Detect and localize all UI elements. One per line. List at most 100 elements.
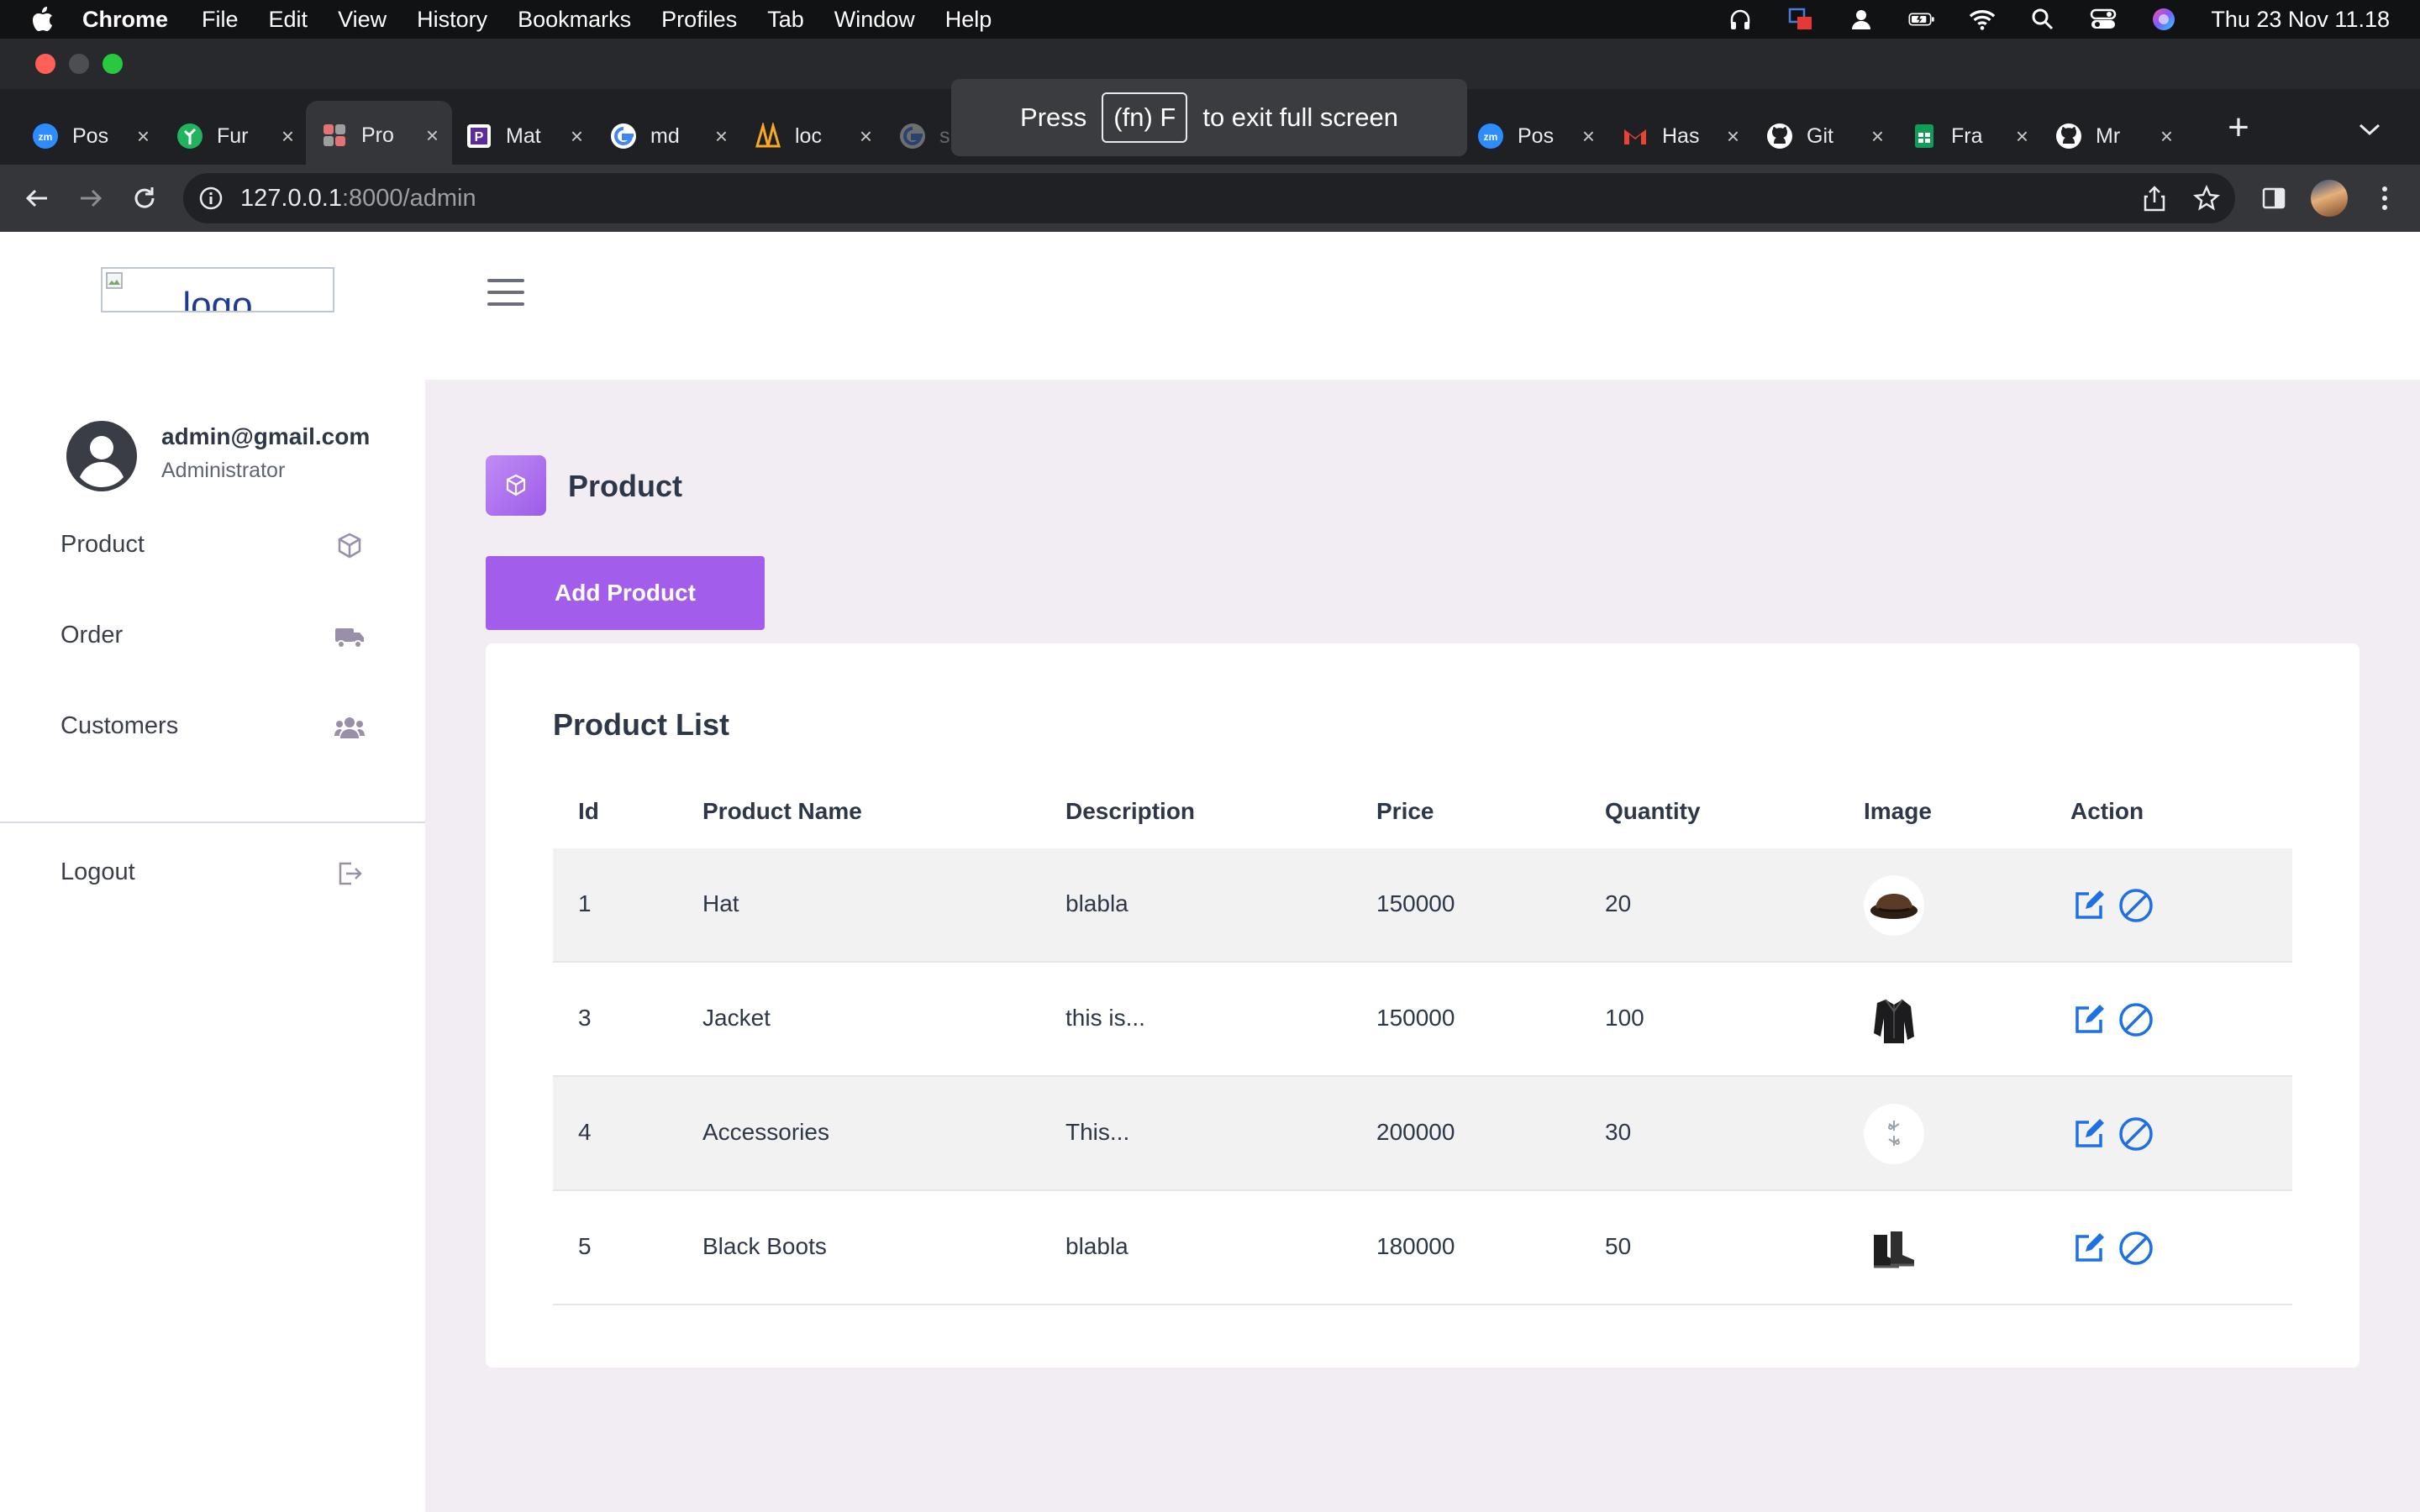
sidebar-item-customers[interactable]: Customers xyxy=(0,685,425,769)
sidebar-item-logout[interactable]: Logout xyxy=(0,832,425,916)
siri-icon[interactable] xyxy=(2150,6,2177,33)
logo-image[interactable]: logo xyxy=(101,267,334,312)
column-header-id[interactable]: Id xyxy=(578,798,599,825)
headphones-icon[interactable] xyxy=(1727,6,1754,33)
browser-tab[interactable]: Fur × xyxy=(161,106,308,166)
bookmark-star-icon[interactable] xyxy=(2193,185,2220,212)
cell-price: 150000 xyxy=(1376,1005,1455,1031)
product-title-icon xyxy=(486,455,546,516)
tab-title: Git xyxy=(1807,123,1833,148)
url-host: 127.0.0.1 xyxy=(240,184,342,212)
tab-close-icon[interactable]: × xyxy=(715,123,728,150)
product-thumbnail xyxy=(1864,875,1924,936)
tab-favicon-icon xyxy=(610,123,637,150)
user-icon[interactable] xyxy=(1848,6,1875,33)
browser-tab[interactable]: Git × xyxy=(1751,106,1897,166)
back-arrow-icon[interactable] xyxy=(18,180,55,217)
menu-history[interactable]: History xyxy=(417,7,487,33)
sidebar-item-order[interactable]: Order xyxy=(0,595,425,679)
profile-avatar[interactable] xyxy=(2311,180,2348,217)
tab-close-icon[interactable]: × xyxy=(571,123,583,150)
column-header-product-name[interactable]: Product Name xyxy=(702,798,862,825)
url-path: :8000/admin xyxy=(341,184,476,212)
tab-close-icon[interactable]: × xyxy=(860,123,872,150)
column-header-quantity[interactable]: Quantity xyxy=(1605,798,1701,825)
menu-profiles[interactable]: Profiles xyxy=(661,7,737,33)
truck-icon xyxy=(333,620,366,654)
disable-icon[interactable] xyxy=(2118,1116,2154,1152)
browser-tab[interactable]: Pro × xyxy=(306,101,452,170)
disable-icon[interactable] xyxy=(2118,1001,2154,1038)
column-header-image[interactable]: Image xyxy=(1864,798,1932,825)
tab-close-icon[interactable]: × xyxy=(281,123,294,150)
browser-tab[interactable]: zm Pos × xyxy=(17,106,163,166)
tab-close-icon[interactable]: × xyxy=(1727,123,1739,150)
product-thumbnail xyxy=(1864,1218,1924,1278)
menu-view[interactable]: View xyxy=(338,7,387,33)
tab-search-icon[interactable] xyxy=(2353,113,2386,146)
hamburger-menu-icon[interactable] xyxy=(487,279,524,306)
menu-bar-clock[interactable]: Thu 23 Nov 11.18 xyxy=(2211,7,2390,33)
browser-tab[interactable]: Mr × xyxy=(2040,106,2186,166)
share-icon[interactable] xyxy=(2141,185,2168,212)
reload-icon[interactable] xyxy=(126,180,163,217)
control-center-icon[interactable] xyxy=(2090,6,2117,33)
edit-icon[interactable] xyxy=(2070,1230,2107,1267)
cell-quantity: 100 xyxy=(1605,1005,1644,1031)
menu-window[interactable]: Window xyxy=(834,7,915,33)
tab-close-icon[interactable]: × xyxy=(426,123,439,149)
tab-favicon-icon: P xyxy=(466,123,492,150)
edit-icon[interactable] xyxy=(2070,1116,2107,1152)
forward-arrow-icon[interactable] xyxy=(72,180,109,217)
app-menu-chrome[interactable]: Chrome xyxy=(82,7,168,33)
browser-tab[interactable]: zm Pos × xyxy=(1462,106,1608,166)
browser-tab[interactable]: Fra × xyxy=(1896,106,2042,166)
svg-text:zm: zm xyxy=(1484,131,1498,143)
sidebar-item-product[interactable]: Product xyxy=(0,504,425,588)
menu-file[interactable]: File xyxy=(202,7,239,33)
site-info-icon[interactable] xyxy=(198,186,224,211)
wifi-icon[interactable] xyxy=(1969,6,1996,33)
side-panel-icon[interactable] xyxy=(2255,180,2292,217)
menu-bookmarks[interactable]: Bookmarks xyxy=(518,7,631,33)
column-header-description[interactable]: Description xyxy=(1065,798,1195,825)
screen-share-icon[interactable] xyxy=(1787,6,1814,33)
tab-title: Mat xyxy=(506,123,541,148)
apple-icon[interactable] xyxy=(32,7,54,32)
tab-title: Fur xyxy=(217,123,249,148)
tab-favicon-icon xyxy=(321,122,348,149)
menu-help[interactable]: Help xyxy=(945,7,992,33)
close-window-button[interactable] xyxy=(35,54,55,74)
column-header-price[interactable]: Price xyxy=(1376,798,1434,825)
more-menu-icon[interactable] xyxy=(2366,180,2403,217)
browser-tab[interactable]: md × xyxy=(595,106,741,166)
new-tab-button[interactable]: + xyxy=(2218,107,2259,148)
minimize-window-button[interactable] xyxy=(69,54,89,74)
tab-close-icon[interactable]: × xyxy=(137,123,150,150)
user-email: admin@gmail.com xyxy=(161,423,371,449)
edit-icon[interactable] xyxy=(2070,887,2107,924)
menu-tab[interactable]: Tab xyxy=(767,7,804,33)
cell-id: 5 xyxy=(578,1233,592,1259)
disable-icon[interactable] xyxy=(2118,887,2154,924)
address-bar[interactable]: 127.0.0.1:8000/admin xyxy=(183,173,2235,223)
cell-id: 3 xyxy=(578,1005,592,1031)
battery-icon[interactable] xyxy=(1908,6,1935,33)
add-product-button[interactable]: Add Product xyxy=(486,556,765,630)
cell-product-name: Jacket xyxy=(702,1005,771,1031)
browser-tab[interactable]: Has × xyxy=(1607,106,1753,166)
browser-tab[interactable]: P Mat × xyxy=(450,106,597,166)
logout-icon xyxy=(333,857,366,890)
tab-close-icon[interactable]: × xyxy=(1871,123,1884,150)
column-header-action[interactable]: Action xyxy=(2070,798,2144,825)
menu-edit[interactable]: Edit xyxy=(269,7,308,33)
edit-icon[interactable] xyxy=(2070,1001,2107,1038)
spotlight-search-icon[interactable] xyxy=(2029,6,2056,33)
status-area: Thu 23 Nov 11.18 xyxy=(1693,0,2390,39)
tab-close-icon[interactable]: × xyxy=(1582,123,1595,150)
fullscreen-window-button[interactable] xyxy=(103,54,123,74)
tab-close-icon[interactable]: × xyxy=(2016,123,2028,150)
disable-icon[interactable] xyxy=(2118,1230,2154,1267)
tab-close-icon[interactable]: × xyxy=(2160,123,2173,150)
browser-tab[interactable]: loc × xyxy=(739,106,886,166)
